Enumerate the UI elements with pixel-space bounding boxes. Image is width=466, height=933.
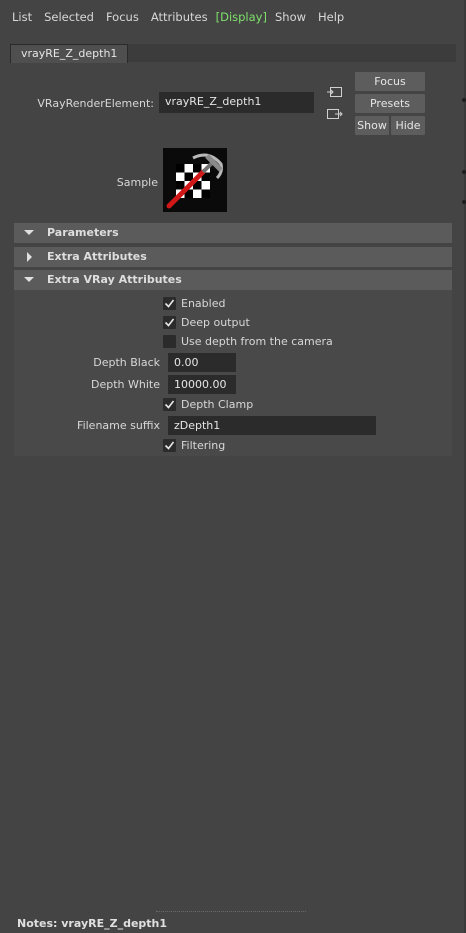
- section-parameters[interactable]: Parameters: [14, 223, 452, 243]
- tab-strip-fill: [126, 44, 456, 62]
- menu-attributes[interactable]: Attributes: [145, 10, 214, 24]
- depth-white-label: Depth White: [91, 378, 160, 391]
- depth-clamp-label: Depth Clamp: [181, 398, 254, 411]
- menu-focus[interactable]: Focus: [100, 10, 145, 24]
- hide-button[interactable]: Hide: [391, 116, 425, 135]
- output-connection-icon[interactable]: [326, 106, 344, 122]
- menu-help[interactable]: Help: [312, 10, 350, 24]
- section-extra-vray-attributes[interactable]: Extra VRay Attributes: [14, 270, 452, 290]
- tab-strip: vrayRE_Z_depth1: [10, 44, 456, 63]
- use-depth-camera-label: Use depth from the camera: [181, 335, 333, 348]
- enabled-label: Enabled: [181, 297, 226, 310]
- filtering-label: Filtering: [181, 439, 226, 452]
- checkmark-icon: [164, 299, 175, 308]
- show-button[interactable]: Show: [355, 116, 389, 135]
- expanded-triangle-icon: [22, 223, 36, 243]
- scroll-marker: [462, 200, 466, 204]
- sample-swatch[interactable]: [163, 148, 227, 212]
- section-parameters-title: Parameters: [47, 226, 119, 239]
- scroll-marker: [462, 170, 466, 174]
- section-extra-attributes[interactable]: Extra Attributes: [14, 247, 452, 267]
- menu-bar: List Selected Focus Attributes [Display]…: [0, 0, 466, 34]
- sample-label: Sample: [116, 176, 158, 189]
- menu-display-bracket-close: ]: [262, 10, 267, 24]
- scroll-marker: [462, 98, 466, 102]
- input-connection-icon[interactable]: [326, 84, 344, 100]
- depth-white-field[interactable]: 10000.00: [168, 375, 236, 394]
- deep-output-label: Deep output: [181, 316, 250, 329]
- menu-display[interactable]: [Display]: [214, 10, 269, 24]
- presets-button[interactable]: Presets: [355, 94, 425, 113]
- use-depth-camera-checkbox[interactable]: [163, 335, 176, 348]
- notes-resize-handle[interactable]: [156, 911, 306, 912]
- checkmark-icon: [164, 318, 175, 327]
- filtering-checkbox[interactable]: [163, 439, 176, 452]
- filename-suffix-label: Filename suffix: [77, 419, 160, 432]
- depth-black-field[interactable]: 0.00: [168, 353, 236, 372]
- notes-label: Notes: vrayRE_Z_depth1: [17, 917, 168, 930]
- render-element-icon: [166, 153, 223, 209]
- menu-display-label: Display: [220, 10, 263, 24]
- depth-black-label: Depth Black: [93, 356, 160, 369]
- collapsed-triangle-icon: [22, 247, 36, 267]
- menu-show[interactable]: Show: [269, 10, 312, 24]
- expanded-triangle-icon: [22, 270, 36, 290]
- node-name-field[interactable]: vrayRE_Z_depth1: [159, 92, 314, 113]
- section-extra-vray-attributes-title: Extra VRay Attributes: [47, 273, 182, 286]
- section-extra-attributes-title: Extra Attributes: [47, 250, 147, 263]
- menu-list[interactable]: List: [6, 10, 38, 24]
- depth-clamp-checkbox[interactable]: [163, 398, 176, 411]
- menu-selected[interactable]: Selected: [38, 10, 100, 24]
- filename-suffix-field[interactable]: zDepth1: [168, 416, 376, 435]
- focus-button[interactable]: Focus: [355, 72, 425, 91]
- tab-node[interactable]: vrayRE_Z_depth1: [10, 44, 129, 63]
- enabled-checkbox[interactable]: [163, 297, 176, 310]
- node-type-label: VRayRenderElement:: [37, 97, 154, 110]
- checkmark-icon: [164, 441, 175, 450]
- checkmark-icon: [164, 400, 175, 409]
- deep-output-checkbox[interactable]: [163, 316, 176, 329]
